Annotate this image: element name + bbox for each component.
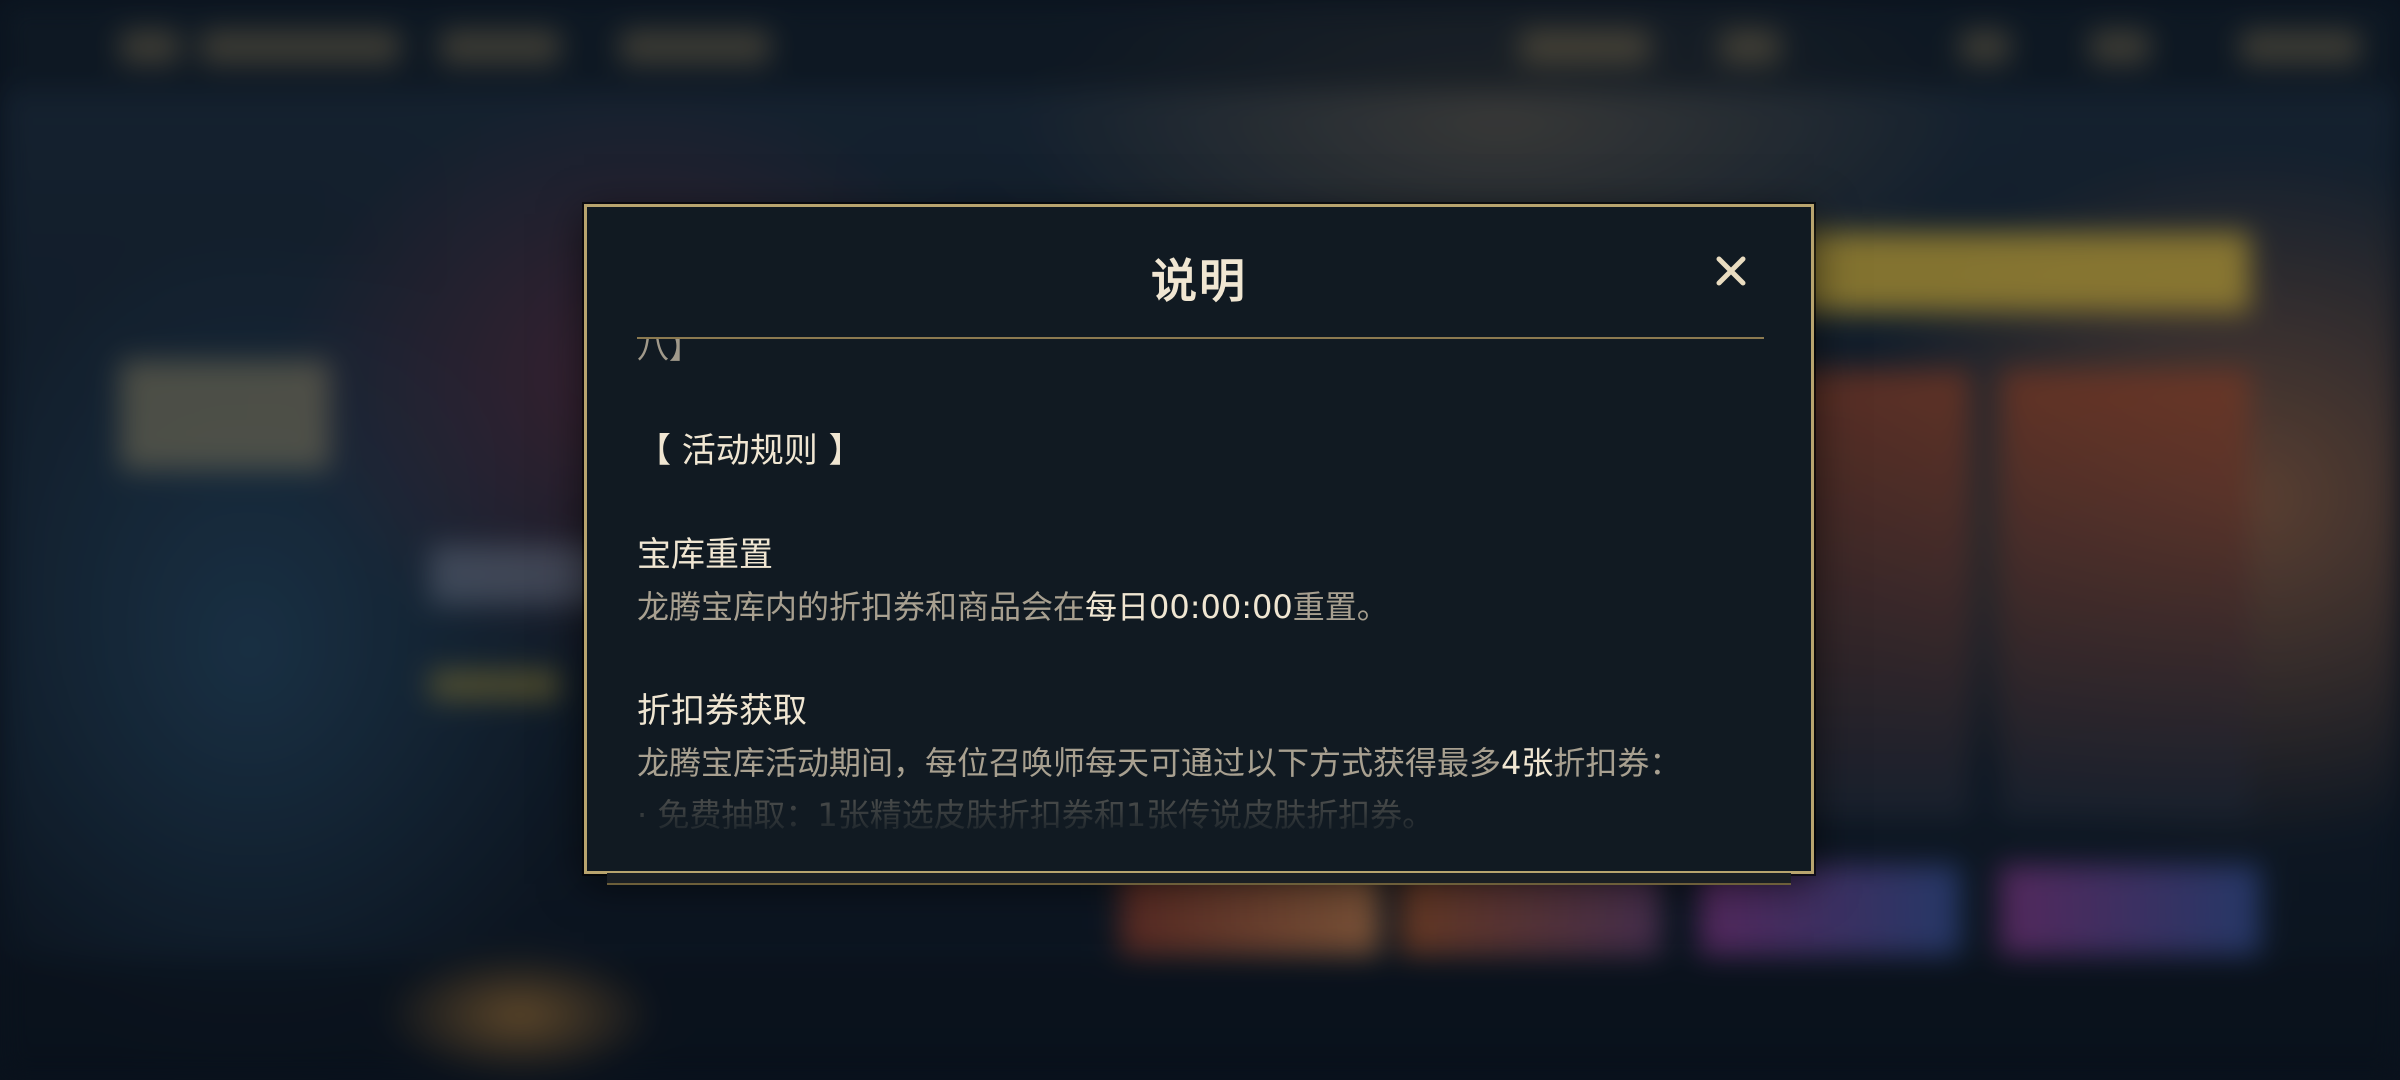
- dialog-title: 说明: [1151, 254, 1247, 308]
- rules-content: 八】 【 活动规则 】 宝库重置 龙腾宝库内的折扣券和商品会在每日00:00:0…: [637, 339, 1764, 839]
- info-dialog: 说明 八】 【 活动规则 】 宝库重置 龙腾宝库内的折扣券和商品会在每日00:0…: [584, 204, 1814, 885]
- coupon-acquire-title: 折扣券获取: [637, 691, 807, 731]
- rules-heading: 【 活动规则 】: [637, 431, 863, 471]
- game-screen: 说明 八】 【 活动规则 】 宝库重置 龙腾宝库内的折扣券和商品会在每日00:0…: [0, 0, 2400, 1080]
- close-button[interactable]: [1707, 247, 1755, 295]
- coupon-bullet-free-draw: · 免费抽取：1张精选皮肤折扣券和1张传说皮肤折扣券。: [637, 796, 1435, 834]
- vault-reset-time: 每日00:00:00: [1085, 588, 1293, 626]
- coupon-acquire-text: 龙腾宝库活动期间，每位召唤师每天可通过以下方式获得最多4张折扣券：: [637, 744, 1682, 782]
- coupon-count: 4张: [1501, 744, 1554, 782]
- rules-scroll-area[interactable]: 八】 【 活动规则 】 宝库重置 龙腾宝库内的折扣券和商品会在每日00:00:0…: [637, 339, 1764, 839]
- vault-reset-title: 宝库重置: [637, 535, 773, 575]
- close-icon: [1716, 256, 1746, 286]
- clipped-previous-line: 八】: [637, 339, 702, 366]
- vault-reset-text: 龙腾宝库内的折扣券和商品会在每日00:00:00重置。: [637, 588, 1389, 626]
